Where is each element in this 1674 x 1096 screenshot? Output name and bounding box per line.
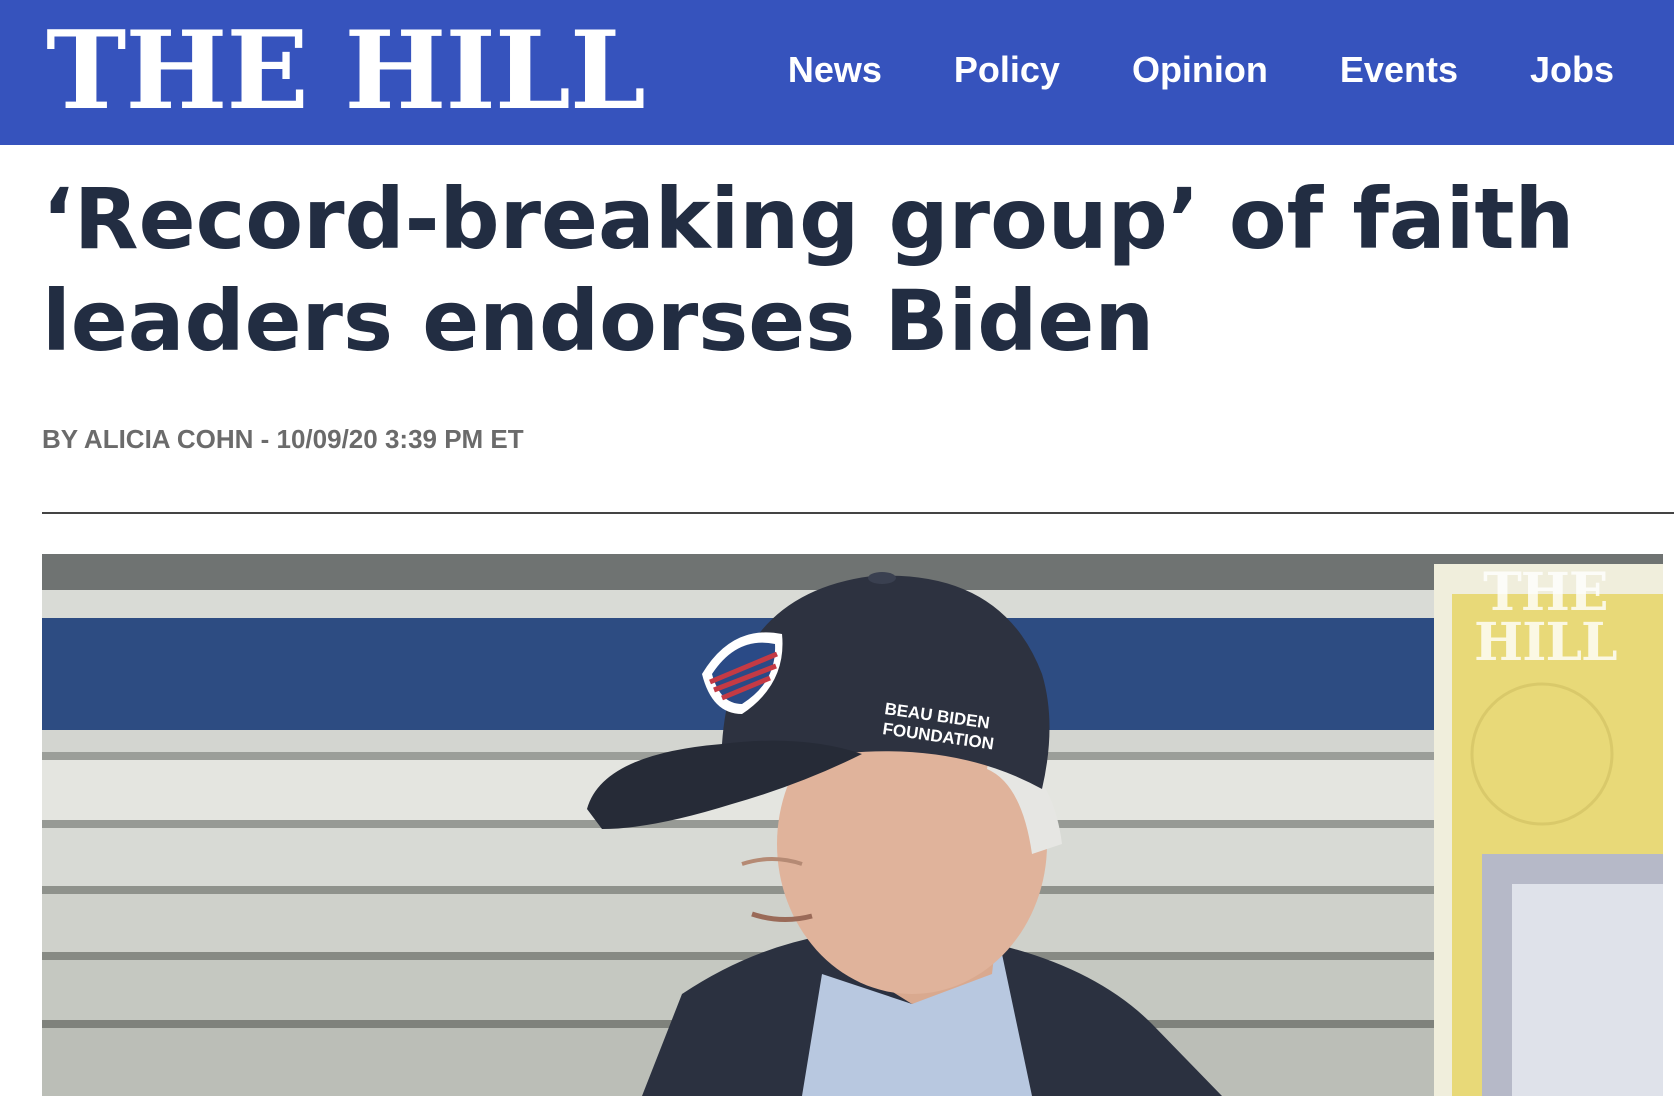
author-link[interactable]: ALICIA COHN bbox=[84, 424, 253, 454]
photo-watermark: THE HILL bbox=[1474, 562, 1618, 673]
nav-item-opinion[interactable]: Opinion bbox=[1132, 49, 1268, 91]
nav-item-news[interactable]: News bbox=[788, 49, 882, 91]
main-nav: News Policy Opinion Events Jobs bbox=[788, 44, 1614, 96]
article-headline: ‘Record-breaking group’ of faith leaders… bbox=[42, 170, 1575, 370]
byline-separator: - bbox=[253, 424, 277, 454]
article-page: THE HILL News Policy Opinion Events Jobs… bbox=[0, 0, 1674, 1096]
nav-item-jobs[interactable]: Jobs bbox=[1530, 49, 1614, 91]
watermark-line1: THE bbox=[1483, 562, 1608, 623]
hero-photo-illustration: BEAU BIDEN FOUNDATION bbox=[42, 554, 1663, 1096]
nav-item-policy[interactable]: Policy bbox=[954, 49, 1060, 91]
article-byline: BY ALICIA COHN - 10/09/20 3:39 PM ET bbox=[42, 424, 524, 455]
article-hero-image[interactable]: BEAU BIDEN FOUNDATION THE HILL bbox=[42, 554, 1663, 1096]
nav-item-events[interactable]: Events bbox=[1340, 49, 1458, 91]
site-logo[interactable]: THE HILL bbox=[46, 16, 646, 126]
article-timestamp: 10/09/20 3:39 PM ET bbox=[276, 424, 524, 454]
byline-prefix: BY bbox=[42, 424, 84, 454]
site-header: THE HILL News Policy Opinion Events Jobs bbox=[0, 0, 1674, 145]
byline-divider bbox=[42, 512, 1674, 514]
watermark-line2: HILL bbox=[1474, 612, 1618, 673]
